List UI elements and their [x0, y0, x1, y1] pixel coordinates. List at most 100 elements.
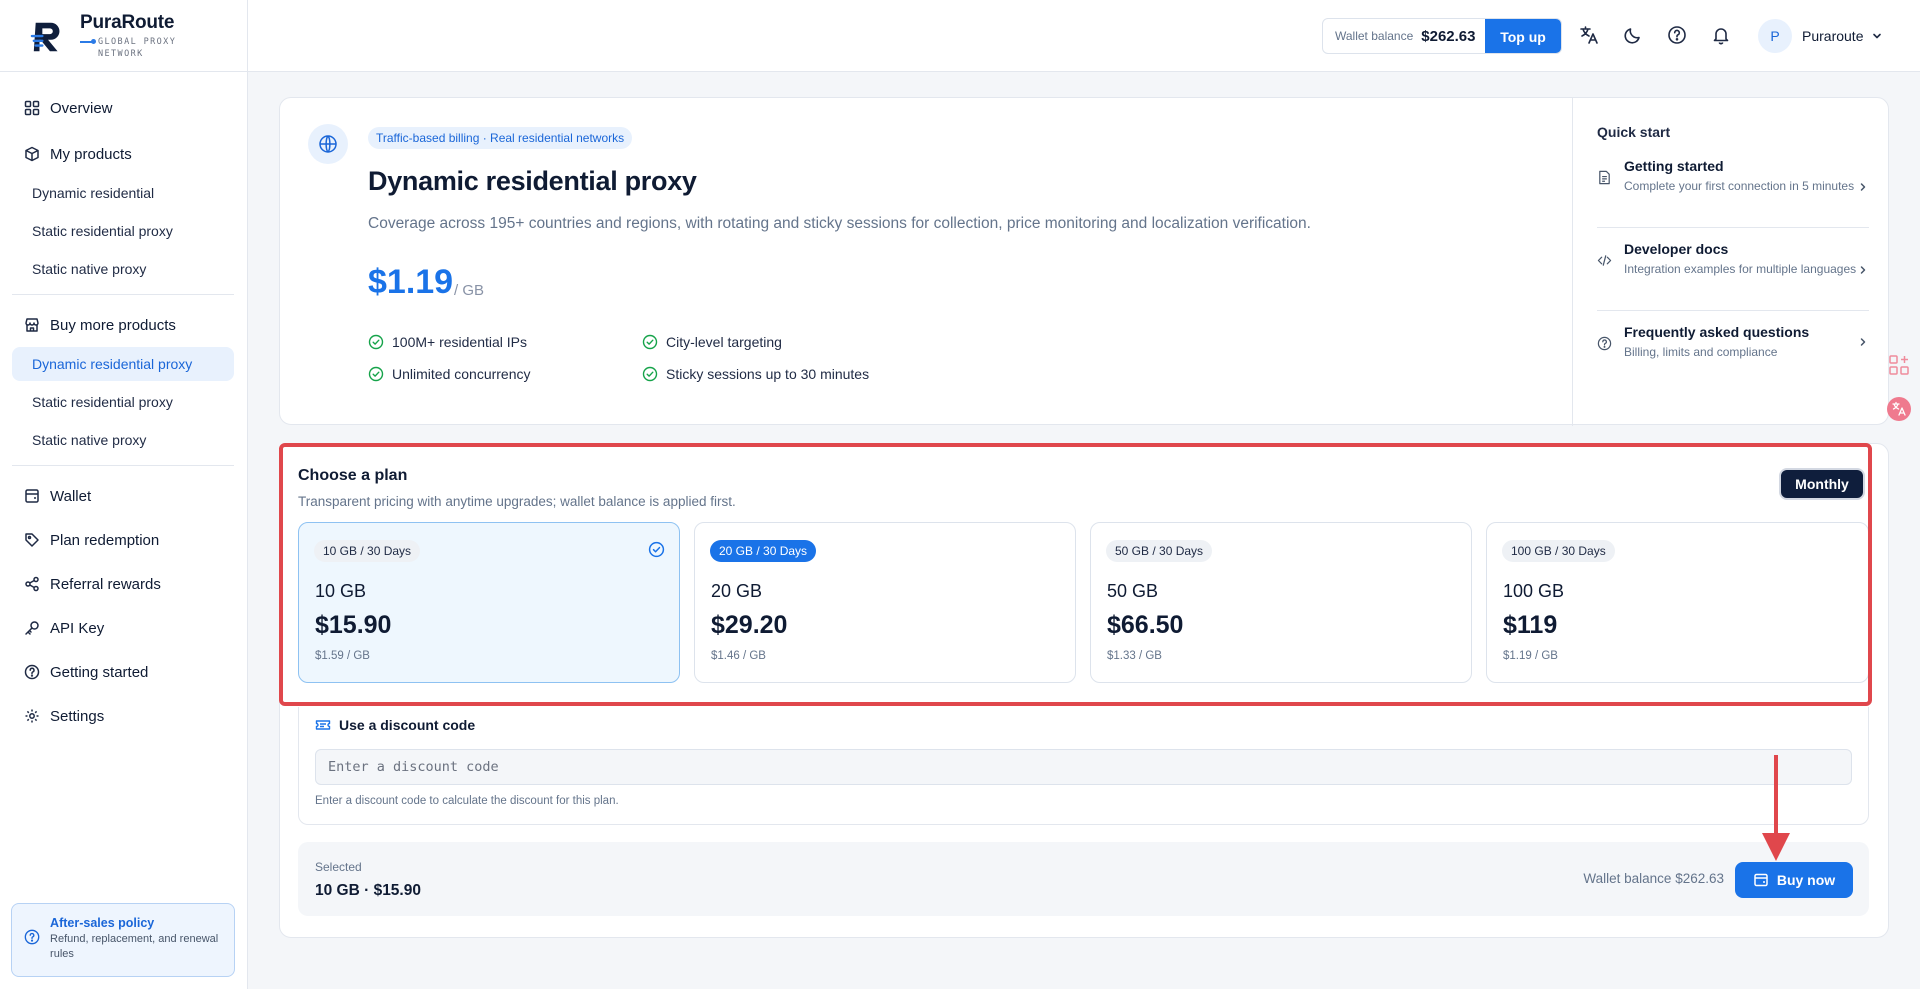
plan-option-100gb[interactable]: 100 GB / 30 Days 100 GB $119 $1.19 / GB	[1486, 522, 1869, 683]
help-icon[interactable]	[1667, 25, 1687, 45]
nav-settings-label: Settings	[50, 707, 105, 725]
plan-size: 100 GB	[1503, 581, 1565, 601]
gear-icon	[25, 709, 39, 723]
feature-item: Sticky sessions up to 30 minutes	[642, 366, 869, 382]
help-circle-icon	[24, 664, 40, 680]
quick-start-panel: Quick start Getting started Complete your…	[1572, 98, 1890, 426]
feature-item: Unlimited concurrency	[368, 366, 531, 382]
nav-buy-static-residential[interactable]: Static residential proxy	[12, 385, 234, 419]
store-icon	[25, 318, 39, 332]
plan-per-gb: $1.46 / GB	[711, 650, 766, 662]
brand-name: PuraRoute	[80, 11, 175, 33]
after-sales-title: After-sales policy	[50, 916, 155, 930]
wallet-balance-value: $262.63	[1421, 27, 1476, 45]
chevron-down-icon	[1873, 33, 1882, 39]
plan-price: $29.20	[711, 611, 788, 639]
nav-buy-dynamic-residential[interactable]: Dynamic residential proxy	[12, 347, 234, 381]
wallet-icon	[1754, 873, 1768, 887]
nav-getting-started[interactable]: Getting started	[12, 650, 234, 694]
nav-overview-label: Overview	[50, 99, 113, 117]
top-up-button[interactable]: Top up	[1485, 19, 1561, 53]
nav-wallet-label: Wallet	[50, 487, 92, 505]
chevron-right-icon	[1860, 338, 1866, 346]
plan-badge: 100 GB / 30 Days	[1502, 540, 1615, 562]
discount-section: Use a discount code Enter a discount cod…	[298, 707, 1869, 825]
plan-option-20gb[interactable]: 20 GB / 30 Days 20 GB $29.20 $1.46 / GB	[694, 522, 1076, 683]
quick-start-developer-docs[interactable]: Developer docs Integration examples for m…	[1597, 241, 1869, 311]
quick-start-item-title: Getting started	[1624, 158, 1724, 174]
nav-overview[interactable]: Overview	[12, 86, 234, 130]
billing-tag: Traffic-based billing · Real residential…	[368, 127, 633, 149]
top-bar: Wallet balance $262.63 Top up P Purarout…	[248, 0, 1920, 72]
billing-period-toggle[interactable]: Monthly	[1779, 468, 1865, 500]
after-sales-desc: Refund, replacement, and renewal rules	[50, 933, 219, 960]
product-description: Coverage across 195+ countries and regio…	[368, 215, 1311, 232]
after-sales-policy-card[interactable]: After-sales policy Refund, replacement, …	[11, 903, 235, 977]
feature-text: City-level targeting	[666, 334, 782, 350]
discount-title: Use a discount code	[315, 717, 475, 733]
user-menu[interactable]: P Puraroute	[1758, 19, 1883, 53]
quick-start-item-title: Frequently asked questions	[1624, 324, 1810, 340]
box-icon	[25, 146, 39, 162]
feature-text: Sticky sessions up to 30 minutes	[666, 366, 870, 382]
nav-my-static-native[interactable]: Static native proxy	[12, 252, 234, 286]
brand[interactable]: PuraRoute GLOBAL PROXY NETWORK	[0, 0, 247, 72]
nav-plan-redemption[interactable]: Plan redemption	[12, 518, 234, 562]
quick-start-item-desc: Billing, limits and compliance	[1624, 345, 1778, 359]
quick-start-getting-started[interactable]: Getting started Complete your first conne…	[1597, 158, 1869, 228]
nav-my-products[interactable]: My products	[12, 132, 234, 176]
page-title: Dynamic residential proxy	[368, 166, 697, 196]
buy-now-button[interactable]: Buy now	[1735, 862, 1853, 898]
apps-add-icon[interactable]	[1886, 352, 1912, 378]
nav-buy-more[interactable]: Buy more products	[12, 303, 234, 347]
nav-wallet[interactable]: Wallet	[12, 474, 234, 518]
product-hero-card: Traffic-based billing · Real residential…	[279, 97, 1890, 426]
plan-option-10gb[interactable]: 10 GB / 30 Days 10 GB $15.90 $1.59 / GB	[298, 522, 680, 683]
document-icon	[1599, 170, 1610, 185]
key-icon	[25, 621, 39, 635]
translate-assistant-icon[interactable]	[1886, 396, 1912, 422]
plan-per-gb: $1.19 / GB	[1503, 650, 1558, 662]
avatar: P	[1758, 19, 1792, 53]
plan-badge: 10 GB / 30 Days	[314, 540, 421, 562]
globe-icon	[319, 135, 337, 153]
grid-icon	[24, 100, 40, 116]
divider	[12, 294, 234, 295]
help-circle-icon	[24, 929, 40, 945]
plan-size: 50 GB	[1107, 581, 1159, 601]
quick-start-faq[interactable]: Frequently asked questions Billing, limit…	[1597, 324, 1869, 374]
chevron-right-icon	[1860, 183, 1866, 191]
nav-my-dynamic-residential[interactable]: Dynamic residential	[12, 176, 234, 210]
user-name: Puraroute	[1802, 28, 1864, 44]
check-circle-icon	[368, 366, 384, 382]
wallet-balance-box: Wallet balance $262.63 Top up	[1322, 18, 1562, 54]
discount-code-input[interactable]	[315, 749, 1852, 785]
feature-item: 100M+ residential IPs	[368, 334, 527, 350]
quick-start-title: Quick start	[1597, 124, 1671, 140]
quick-start-item-title: Developer docs	[1624, 241, 1729, 257]
bell-icon[interactable]	[1711, 25, 1731, 45]
price-unit: / GB	[454, 282, 485, 299]
plan-option-50gb[interactable]: 50 GB / 30 Days 50 GB $66.50 $1.33 / GB	[1090, 522, 1472, 683]
nav-my-static-residential[interactable]: Static residential proxy	[12, 214, 234, 248]
nav-my-products-label: My products	[50, 145, 132, 163]
selected-plan-value: 10 GB · $15.90	[315, 882, 421, 899]
nav-settings[interactable]: Settings	[12, 694, 234, 738]
moon-icon[interactable]	[1623, 25, 1643, 45]
summary-wallet-balance: Wallet balance $262.63	[1583, 871, 1724, 886]
choose-plan-subtitle: Transparent pricing with anytime upgrade…	[298, 494, 736, 509]
nav-api-key[interactable]: API Key	[12, 606, 234, 650]
nav-getting-started-label: Getting started	[50, 663, 149, 681]
nav-buy-more-label: Buy more products	[50, 316, 176, 334]
divider	[12, 465, 234, 466]
nav-referral-rewards[interactable]: Referral rewards	[12, 562, 234, 606]
translate-icon[interactable]	[1579, 25, 1599, 45]
wallet-icon	[25, 489, 39, 503]
order-summary-bar: Selected 10 GB · $15.90 Wallet balance $…	[298, 842, 1869, 916]
plan-badge: 50 GB / 30 Days	[1106, 540, 1213, 562]
check-circle-icon	[648, 541, 665, 558]
discount-help-text: Enter a discount code to calculate the d…	[315, 795, 619, 807]
help-icon	[1597, 336, 1612, 351]
plan-price: $15.90	[315, 611, 392, 639]
nav-buy-static-native[interactable]: Static native proxy	[12, 423, 234, 457]
